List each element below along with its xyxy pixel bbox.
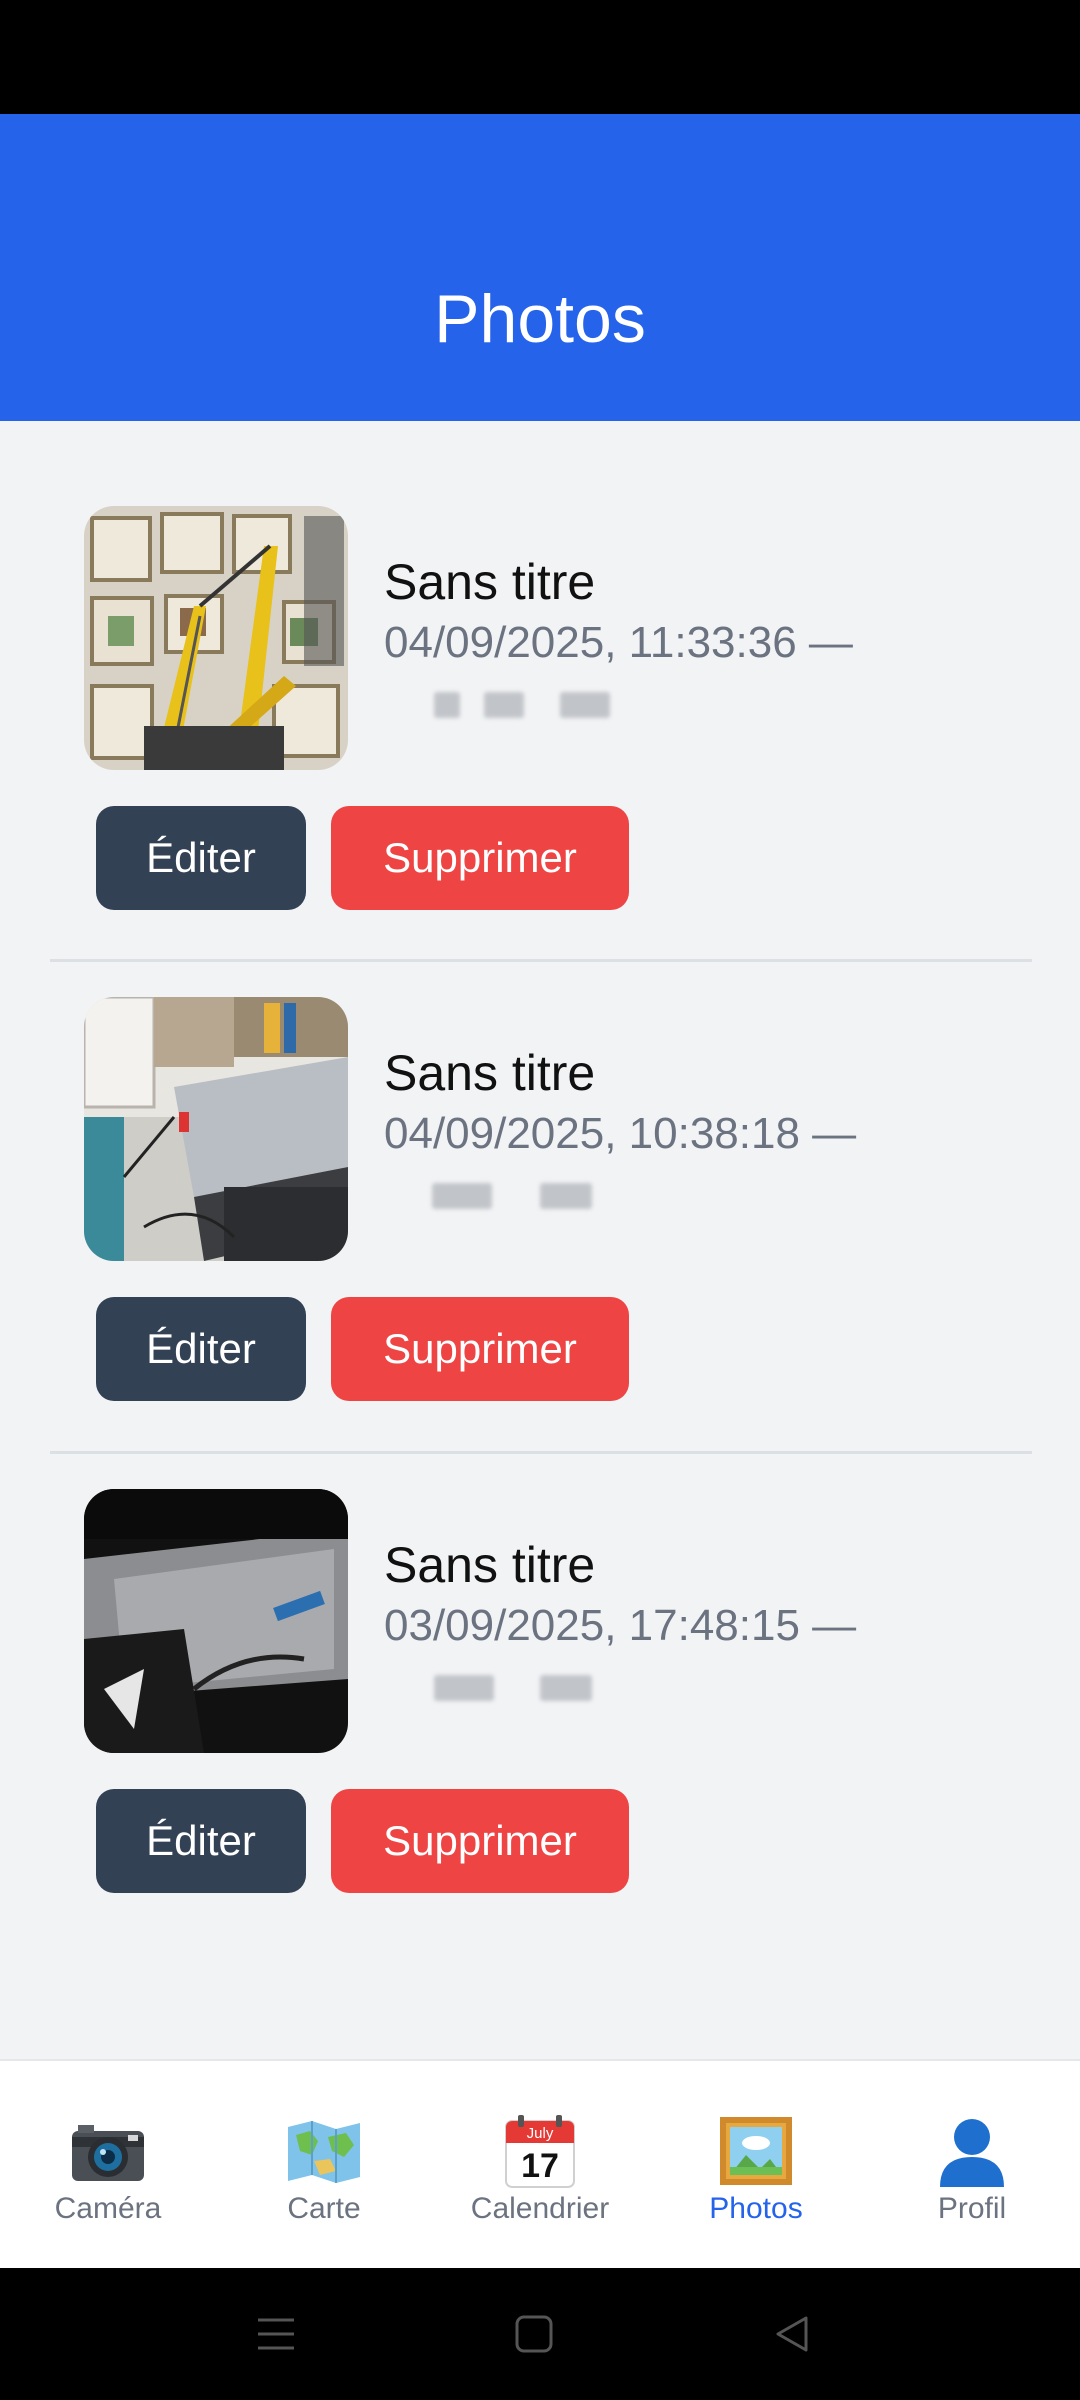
delete-button[interactable]: Supprimer xyxy=(331,1789,629,1893)
redacted-location xyxy=(384,1175,624,1209)
home-icon[interactable] xyxy=(508,2308,560,2360)
status-bar xyxy=(0,0,1080,114)
tab-label: Carte xyxy=(287,2192,361,2225)
calendar-day: 17 xyxy=(521,2147,559,2185)
photo-card: Sans titre 04/09/2025, 11:33:36 — Éditer… xyxy=(50,506,1032,926)
photo-title: Sans titre xyxy=(384,1537,596,1593)
calendar-icon: July 17 xyxy=(500,2111,580,2191)
system-navigation-bar xyxy=(0,2268,1080,2400)
tab-calendar[interactable]: July 17 Calendrier xyxy=(432,2061,648,2270)
menu-icon[interactable] xyxy=(250,2308,302,2360)
tab-label: Caméra xyxy=(54,2192,162,2225)
divider xyxy=(50,959,1032,962)
photo-date: 04/09/2025, 10:38:18 — xyxy=(384,1109,857,1158)
back-icon[interactable] xyxy=(766,2308,818,2360)
profile-icon xyxy=(932,2111,1012,2191)
photo-date: 03/09/2025, 17:48:15 — xyxy=(384,1601,857,1650)
tab-label: Profil xyxy=(937,2192,1007,2225)
tab-label: Calendrier xyxy=(470,2192,610,2225)
crane-photo xyxy=(84,506,348,770)
photo-title: Sans titre xyxy=(384,554,596,610)
camera-icon xyxy=(68,2111,148,2191)
bottom-tab-bar: Caméra Carte July 17 Calendrier Photos P… xyxy=(0,2059,1080,2270)
photo-list[interactable]: Sans titre 04/09/2025, 11:33:36 — Éditer… xyxy=(0,421,1080,2059)
edit-button[interactable]: Éditer xyxy=(96,806,306,910)
edit-button[interactable]: Éditer xyxy=(96,1297,306,1401)
map-icon xyxy=(284,2111,364,2191)
delete-button[interactable]: Supprimer xyxy=(331,1297,629,1401)
calendar-month: July xyxy=(527,2125,554,2142)
app-header: Photos xyxy=(0,114,1080,421)
tab-camera[interactable]: Caméra xyxy=(0,2061,216,2270)
photo-thumbnail[interactable] xyxy=(84,1489,348,1753)
photo-title: Sans titre xyxy=(384,1045,596,1101)
desk-scanner-photo xyxy=(84,997,348,1261)
photo-date: 04/09/2025, 11:33:36 — xyxy=(384,618,853,667)
edit-button[interactable]: Éditer xyxy=(96,1789,306,1893)
tab-map[interactable]: Carte xyxy=(216,2061,432,2270)
divider xyxy=(50,1451,1032,1454)
delete-button[interactable]: Supprimer xyxy=(331,806,629,910)
photo-thumbnail[interactable] xyxy=(84,506,348,770)
dark-desk-photo xyxy=(84,1489,348,1753)
tab-photos[interactable]: Photos xyxy=(648,2061,864,2270)
photo-card: Sans titre 04/09/2025, 10:38:18 — Éditer… xyxy=(50,997,1032,1417)
redacted-location xyxy=(384,684,624,718)
tab-profile[interactable]: Profil xyxy=(864,2061,1080,2270)
tab-label: Photos xyxy=(709,2192,803,2225)
page-title: Photos xyxy=(434,281,646,357)
framed-picture-icon xyxy=(716,2111,796,2191)
photo-card: Sans titre 03/09/2025, 17:48:15 — Éditer… xyxy=(50,1489,1032,1909)
photo-thumbnail[interactable] xyxy=(84,997,348,1261)
redacted-location xyxy=(384,1667,624,1701)
